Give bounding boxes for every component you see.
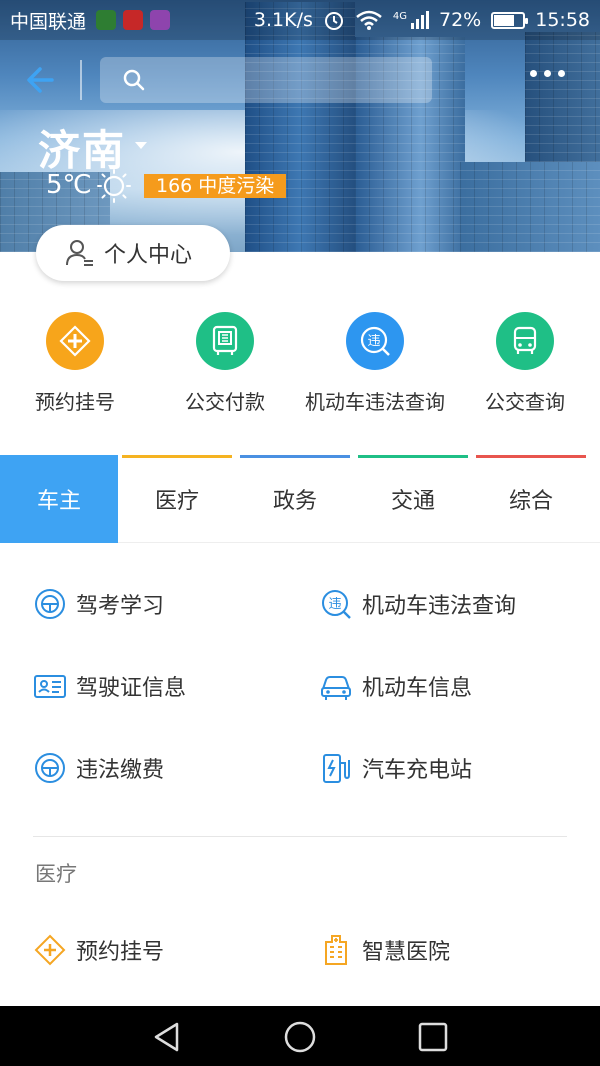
network-speed: 3.1K/s bbox=[253, 9, 313, 31]
quick-action-bus-payment[interactable]: 公交付款 bbox=[150, 312, 300, 415]
signal-icon: 4G bbox=[393, 11, 429, 29]
alarm-icon bbox=[324, 12, 343, 30]
system-navigation-bar bbox=[0, 1006, 600, 1066]
violation-search-icon: 违 bbox=[346, 312, 404, 370]
category-tabs: 车主 医疗 政务 交通 综合 bbox=[0, 455, 600, 543]
tab-car-owner[interactable]: 车主 bbox=[0, 455, 118, 543]
chevron-down-icon[interactable] bbox=[134, 141, 148, 151]
top-bar-divider bbox=[80, 60, 82, 100]
back-arrow-icon[interactable] bbox=[22, 60, 62, 100]
clock: 15:58 bbox=[535, 9, 590, 31]
wifi-icon bbox=[356, 10, 382, 30]
air-quality-badge: 166 中度污染 bbox=[144, 174, 287, 198]
tab-label: 综合 bbox=[508, 489, 553, 514]
quick-actions: 预约挂号 公交付款 违 机动车违法查询 公交查询 bbox=[0, 312, 600, 422]
hospital-building-icon bbox=[318, 932, 354, 968]
service-violation-payment[interactable]: 违法缴费 bbox=[32, 750, 164, 786]
user-icon bbox=[66, 240, 93, 266]
svg-text:违: 违 bbox=[328, 597, 341, 612]
tab-label: 政务 bbox=[272, 489, 317, 514]
tab-indicator-line bbox=[122, 455, 232, 458]
battery-percent: 72% bbox=[439, 9, 482, 31]
charging-station-icon bbox=[318, 750, 354, 786]
bus-icon bbox=[496, 312, 554, 370]
service-label: 机动车违法查询 bbox=[362, 594, 517, 619]
violation-search-icon: 违 bbox=[318, 586, 354, 622]
personal-center-label: 个人中心 bbox=[104, 243, 193, 268]
quick-action-bus-query[interactable]: 公交查询 bbox=[450, 312, 600, 415]
battery-icon bbox=[491, 11, 529, 29]
quick-action-label: 机动车违法查询 bbox=[305, 390, 445, 414]
network-type: 4G bbox=[392, 11, 407, 22]
tab-medical[interactable]: 医疗 bbox=[118, 455, 236, 543]
steering-wheel-icon bbox=[32, 750, 68, 786]
section-title-medical: 医疗 bbox=[35, 862, 77, 886]
quick-action-violation-query[interactable]: 违 机动车违法查询 bbox=[300, 312, 450, 415]
home-circle-icon[interactable] bbox=[283, 1020, 317, 1054]
recent-apps-icon[interactable] bbox=[416, 1020, 450, 1054]
status-bar: 中国联通 3.1K/s 4G 72% 15:58 bbox=[0, 0, 600, 40]
service-label: 驾驶证信息 bbox=[76, 676, 187, 701]
search-input[interactable] bbox=[100, 57, 432, 103]
tab-comprehensive[interactable]: 综合 bbox=[472, 455, 590, 543]
tab-government[interactable]: 政务 bbox=[236, 455, 354, 543]
tab-indicator-line bbox=[476, 455, 586, 458]
service-charging-station[interactable]: 汽车充电站 bbox=[318, 750, 472, 786]
car-icon bbox=[318, 668, 354, 704]
service-label: 违法缴费 bbox=[76, 758, 165, 783]
quick-action-label: 预约挂号 bbox=[35, 390, 115, 414]
quick-action-label: 公交付款 bbox=[185, 390, 265, 414]
carrier-name: 中国联通 bbox=[10, 10, 87, 33]
hospital-cross-icon bbox=[32, 932, 68, 968]
service-label: 预约挂号 bbox=[76, 940, 165, 965]
tab-label: 交通 bbox=[390, 489, 435, 514]
service-violation-query[interactable]: 违 机动车违法查询 bbox=[318, 586, 516, 622]
service-label: 汽车充电站 bbox=[362, 758, 473, 783]
quick-action-label: 公交查询 bbox=[485, 390, 565, 414]
service-label: 驾考学习 bbox=[76, 594, 165, 619]
tab-indicator-line bbox=[240, 455, 350, 458]
notification-app-icon bbox=[96, 10, 117, 30]
license-card-icon bbox=[32, 668, 68, 704]
service-smart-hospital[interactable]: 智慧医院 bbox=[318, 932, 450, 968]
service-driving-test[interactable]: 驾考学习 bbox=[32, 586, 164, 622]
steering-wheel-icon bbox=[32, 586, 68, 622]
temperature: 5℃ bbox=[46, 170, 92, 200]
service-license-info[interactable]: 驾驶证信息 bbox=[32, 668, 186, 704]
tab-indicator-line bbox=[358, 455, 468, 458]
notification-app-icon bbox=[123, 10, 144, 30]
section-divider bbox=[33, 836, 567, 837]
notification-gallery-icon bbox=[150, 10, 171, 30]
service-appointment[interactable]: 预约挂号 bbox=[32, 932, 164, 968]
search-icon bbox=[123, 69, 145, 91]
service-label: 机动车信息 bbox=[362, 676, 473, 701]
hospital-cross-icon bbox=[46, 312, 104, 370]
personal-center-button[interactable]: 个人中心 bbox=[36, 225, 230, 281]
more-menu-icon[interactable] bbox=[530, 70, 565, 77]
building-image bbox=[460, 162, 600, 252]
sun-weather-icon bbox=[97, 169, 131, 203]
back-triangle-icon[interactable] bbox=[150, 1020, 184, 1054]
tab-label: 车主 bbox=[36, 489, 81, 514]
service-vehicle-info[interactable]: 机动车信息 bbox=[318, 668, 472, 704]
svg-text:违: 违 bbox=[367, 334, 380, 349]
qr-bus-icon bbox=[196, 312, 254, 370]
quick-action-appointment[interactable]: 预约挂号 bbox=[0, 312, 150, 415]
tab-label: 医疗 bbox=[154, 489, 199, 514]
service-label: 智慧医院 bbox=[362, 940, 451, 965]
tab-traffic[interactable]: 交通 bbox=[354, 455, 472, 543]
